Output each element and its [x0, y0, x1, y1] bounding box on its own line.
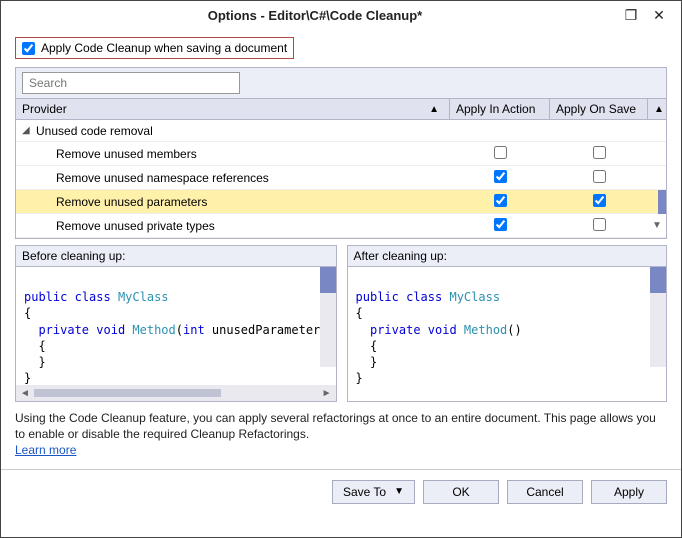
- action-checkbox[interactable]: [494, 146, 507, 159]
- learn-more-link[interactable]: Learn more: [15, 443, 76, 457]
- action-checkbox[interactable]: [494, 170, 507, 183]
- dropdown-caret-icon: ▼: [394, 486, 404, 497]
- apply-on-save-highlight: Apply Code Cleanup when saving a documen…: [15, 37, 294, 59]
- table-row[interactable]: Remove unused members: [16, 142, 666, 166]
- action-checkbox[interactable]: [494, 194, 507, 207]
- save-checkbox[interactable]: [593, 218, 606, 231]
- before-title: Before cleaning up:: [16, 246, 336, 267]
- after-code: public class MyClass { private void Meth…: [348, 267, 666, 385]
- scroll-down-icon[interactable]: ▼: [648, 220, 666, 231]
- dialog-footer: Save To▼ OK Cancel Apply: [1, 469, 681, 514]
- row-label: Remove unused namespace references: [56, 171, 450, 185]
- selection-indicator: [658, 190, 666, 214]
- apply-button[interactable]: Apply: [591, 480, 667, 504]
- col-apply-in-action[interactable]: Apply In Action: [450, 99, 550, 119]
- scroll-up-icon[interactable]: ▲: [648, 101, 666, 118]
- provider-table: Provider ▲ Apply In Action Apply On Save…: [15, 99, 667, 239]
- save-to-button[interactable]: Save To▼: [332, 480, 415, 504]
- table-row[interactable]: Remove unused namespace references: [16, 166, 666, 190]
- close-icon[interactable]: ✕: [645, 3, 673, 27]
- scroll-right-icon[interactable]: ►: [322, 388, 332, 399]
- group-row[interactable]: ◢ Unused code removal: [16, 120, 666, 142]
- action-checkbox[interactable]: [494, 218, 507, 231]
- row-label: Remove unused parameters: [56, 195, 450, 209]
- save-checkbox[interactable]: [593, 146, 606, 159]
- before-panel: Before cleaning up: public class MyClass…: [15, 245, 337, 402]
- after-title: After cleaning up:: [348, 246, 666, 267]
- row-label: Remove unused members: [56, 147, 450, 161]
- save-checkbox[interactable]: [593, 194, 606, 207]
- vertical-scrollbar[interactable]: [650, 267, 666, 367]
- after-panel: After cleaning up: public class MyClass …: [347, 245, 667, 402]
- scroll-left-icon[interactable]: ◄: [20, 388, 30, 399]
- cancel-button[interactable]: Cancel: [507, 480, 583, 504]
- apply-on-save-label: Apply Code Cleanup when saving a documen…: [41, 41, 287, 55]
- before-code: public class MyClass { private void Meth…: [16, 267, 336, 385]
- table-row-selected[interactable]: Remove unused parameters: [16, 190, 666, 214]
- col-apply-on-save[interactable]: Apply On Save: [550, 99, 648, 119]
- maximize-icon[interactable]: ❐: [617, 3, 645, 27]
- apply-on-save-checkbox[interactable]: [22, 42, 35, 55]
- sort-asc-icon: ▲: [429, 104, 443, 115]
- horizontal-scrollbar[interactable]: ◄ ►: [16, 385, 336, 401]
- group-label: Unused code removal: [36, 124, 153, 138]
- titlebar: Options - Editor\C#\Code Cleanup* ❐ ✕: [1, 1, 681, 29]
- window-title: Options - Editor\C#\Code Cleanup*: [13, 8, 617, 23]
- help-text: Using the Code Cleanup feature, you can …: [15, 410, 667, 459]
- row-label: Remove unused private types: [56, 219, 450, 233]
- vertical-scrollbar[interactable]: [320, 267, 336, 367]
- ok-button[interactable]: OK: [423, 480, 499, 504]
- collapse-icon[interactable]: ◢: [22, 125, 36, 136]
- save-checkbox[interactable]: [593, 170, 606, 183]
- search-wrap: [15, 67, 667, 99]
- table-header: Provider ▲ Apply In Action Apply On Save…: [16, 99, 666, 120]
- table-row[interactable]: Remove unused private types ▼: [16, 214, 666, 238]
- search-input[interactable]: [22, 72, 240, 94]
- col-provider[interactable]: Provider ▲: [16, 99, 450, 119]
